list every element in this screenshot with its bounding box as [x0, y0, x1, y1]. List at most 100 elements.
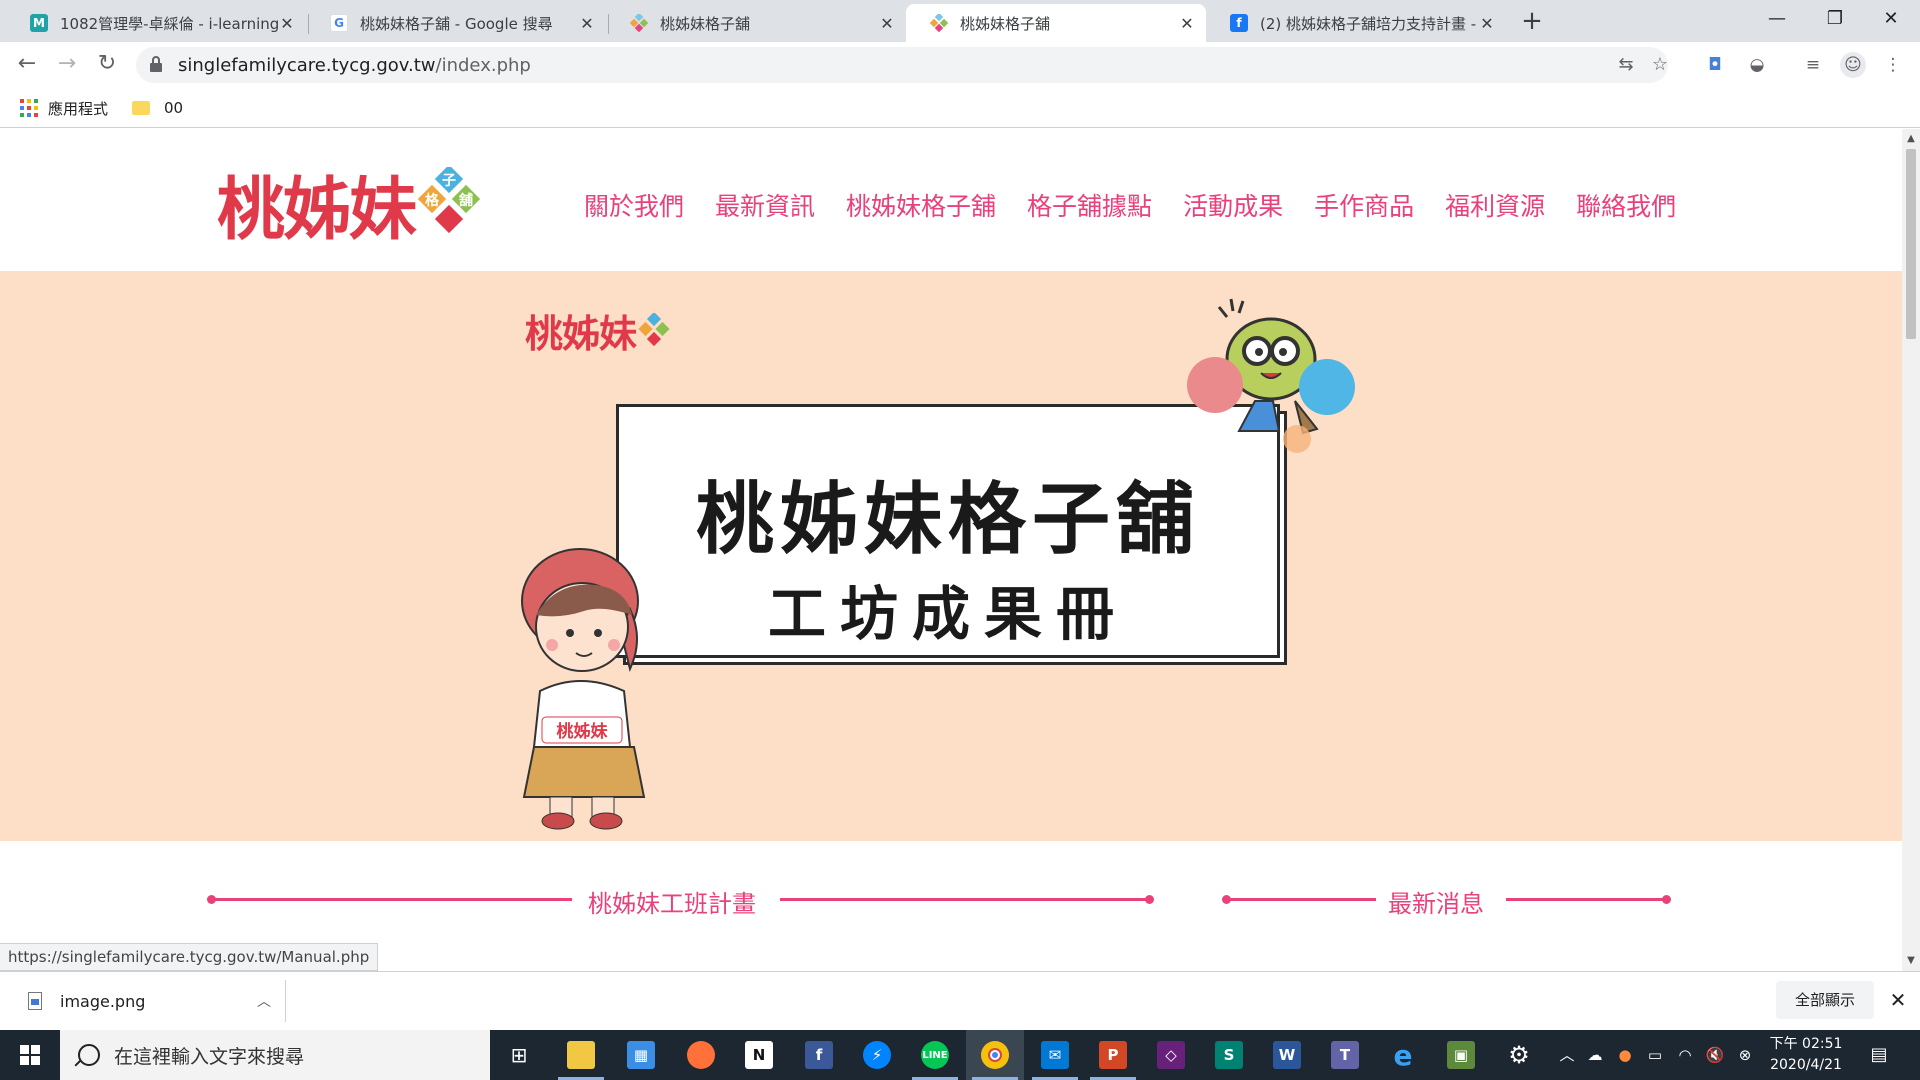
section-title-latest-news[interactable]: 最新消息 — [1388, 884, 1484, 919]
tab-google-search[interactable]: G 桃姊妹格子舖 - Google 搜尋 ✕ — [306, 4, 606, 42]
powerpoint-icon[interactable]: P — [1084, 1030, 1142, 1080]
logo-badge-char: 格 — [425, 192, 440, 209]
edge-icon[interactable]: e — [1374, 1030, 1432, 1080]
reload-icon[interactable]: ↻ — [92, 50, 122, 80]
extension-chat-icon[interactable]: ◒ — [1744, 52, 1770, 78]
file-explorer-icon[interactable] — [552, 1030, 610, 1080]
tab-close-icon[interactable]: ✕ — [578, 14, 596, 33]
lock-icon — [150, 56, 162, 72]
line-app-icon[interactable]: LINE — [906, 1030, 964, 1080]
hero-logo-text: 桃姊妹 — [525, 311, 637, 356]
mail-icon[interactable]: ✉ — [1026, 1030, 1084, 1080]
messenger-icon[interactable]: ⚡ — [848, 1030, 906, 1080]
taskbar-search-box[interactable]: 在這裡輸入文字來搜尋 — [60, 1030, 490, 1080]
tab-close-icon[interactable]: ✕ — [278, 14, 296, 33]
firefox-icon[interactable] — [672, 1030, 730, 1080]
section-title-work-plan[interactable]: 桃姊妹工班計畫 — [588, 884, 756, 919]
hero-diamond-badge-icon — [638, 312, 670, 346]
scrollbar-thumb[interactable] — [1906, 149, 1916, 339]
tab-title: 桃姊妹格子舖 - Google 搜尋 — [360, 14, 553, 33]
bookmark-folder-00[interactable]: 00 — [128, 96, 183, 120]
translate-icon[interactable]: ⇆ — [1614, 53, 1638, 77]
new-tab-button[interactable]: + — [1516, 6, 1548, 38]
onedrive-cloud-icon[interactable]: ☁ — [1584, 1044, 1606, 1066]
microsoft-store-icon[interactable]: ▦ — [612, 1030, 670, 1080]
extension-icon[interactable]: ◘ — [1702, 52, 1728, 78]
nav-welfare[interactable]: 福利資源 — [1445, 187, 1545, 223]
media-control-icon[interactable]: ≡ — [1800, 52, 1826, 78]
diamond-favicon-icon — [630, 14, 648, 32]
chrome-icon[interactable] — [966, 1030, 1024, 1080]
download-file-name: image.png — [60, 991, 146, 1011]
settings-gear-icon[interactable]: ⚙ — [1490, 1030, 1548, 1080]
task-view-icon[interactable]: ⊞ — [490, 1030, 548, 1080]
tab-close-icon[interactable]: ✕ — [1478, 14, 1496, 33]
tab-close-icon[interactable]: ✕ — [878, 14, 896, 33]
google-favicon-icon: G — [330, 14, 348, 32]
section-line — [212, 898, 572, 901]
tab-close-icon[interactable]: ✕ — [1178, 14, 1196, 33]
close-shelf-icon[interactable]: ✕ — [1884, 986, 1912, 1014]
tab-title: (2) 桃姊妹格子舖培力支持計畫 - — [1260, 14, 1477, 33]
bookmarks-bar: 應用程式 00 — [0, 88, 1920, 128]
nav-news[interactable]: 最新資訊 — [715, 187, 815, 223]
wifi-icon[interactable]: ◠ — [1674, 1044, 1696, 1066]
windows-taskbar: 在這裡輸入文字來搜尋 ⊞ ▦ N f ⚡ LINE ✉ P ◇ S W T e … — [0, 1030, 1920, 1080]
visual-studio-icon[interactable]: ◇ — [1142, 1030, 1200, 1080]
volume-muted-icon[interactable]: 🔇 — [1704, 1044, 1726, 1066]
back-arrow-icon[interactable]: ← — [12, 50, 42, 80]
tray-close-icon[interactable]: ⊗ — [1734, 1044, 1756, 1066]
window-close-button[interactable]: ✕ — [1862, 0, 1920, 40]
folder-icon — [132, 101, 150, 115]
tray-chevron-up-icon[interactable]: ︿ — [1556, 1044, 1578, 1066]
nav-handmade[interactable]: 手作商品 — [1314, 187, 1414, 223]
nav-shop[interactable]: 桃姊妹格子舖 — [846, 187, 996, 223]
girl-shirt-text: 桃姊妹 — [557, 721, 609, 742]
tab-site-1[interactable]: 桃姊妹格子舖 ✕ — [606, 4, 906, 42]
word-icon[interactable]: W — [1258, 1030, 1316, 1080]
forward-arrow-icon[interactable]: → — [52, 50, 82, 80]
minimize-button[interactable]: — — [1748, 0, 1806, 40]
clock-date: 2020/4/21 — [1770, 1057, 1842, 1073]
minecraft-icon[interactable]: ▣ — [1432, 1030, 1490, 1080]
diamond-favicon-icon — [930, 14, 948, 32]
windows-logo-icon — [20, 1045, 40, 1065]
profile-avatar-icon[interactable]: ☺ — [1840, 52, 1866, 78]
scroll-up-arrow-icon[interactable]: ▲ — [1902, 133, 1920, 144]
bookmark-label: 應用程式 — [48, 99, 109, 118]
taskbar-clock[interactable]: 下午 02:51 2020/4/21 — [1766, 1034, 1846, 1076]
show-all-downloads-button[interactable]: 全部顯示 — [1776, 981, 1874, 1019]
notification-center-icon[interactable]: ▤ — [1866, 1042, 1892, 1068]
scroll-down-arrow-icon[interactable]: ▼ — [1902, 955, 1920, 966]
antivirus-icon[interactable]: ● — [1614, 1044, 1636, 1066]
tab-ilearning[interactable]: M 1082管理學-卓綵倫 - i-learning ✕ — [6, 4, 306, 42]
start-button[interactable] — [0, 1030, 60, 1080]
notion-icon[interactable]: N — [730, 1030, 788, 1080]
nav-about[interactable]: 關於我們 — [584, 187, 684, 223]
site-logo[interactable]: 桃姊妹 子 格 舖 — [217, 163, 485, 250]
battery-icon[interactable]: ▭ — [1644, 1044, 1666, 1066]
hero-subtitle: 工坊成果冊 — [767, 580, 1128, 648]
facebook-app-icon[interactable]: f — [790, 1030, 848, 1080]
tab-site-active[interactable]: 桃姊妹格子舖 ✕ — [906, 4, 1206, 42]
tab-facebook[interactable]: f (2) 桃姊妹格子舖培力支持計畫 - ✕ — [1206, 4, 1506, 42]
nav-locations[interactable]: 格子舖據點 — [1027, 187, 1152, 223]
bookmark-label: 00 — [164, 99, 184, 117]
bookmark-star-icon[interactable]: ☆ — [1648, 53, 1672, 77]
bookmark-apps[interactable]: 應用程式 — [20, 96, 108, 120]
page-scrollbar[interactable]: ▲ ▼ — [1902, 129, 1920, 971]
teams-icon[interactable]: T — [1316, 1030, 1374, 1080]
menu-kebab-icon[interactable]: ⋮ — [1880, 52, 1906, 78]
hero-banner[interactable]: 桃姊妹 桃姊妹格子舖 工坊成果冊 桃姊妹 — [0, 271, 1902, 841]
section-dot — [1662, 895, 1671, 904]
download-item[interactable]: image.png ︿ — [14, 980, 286, 1022]
chevron-up-icon[interactable]: ︿ — [257, 991, 271, 1011]
restore-button[interactable]: ❐ — [1806, 0, 1864, 40]
nav-activities[interactable]: 活動成果 — [1183, 187, 1283, 223]
logo-badge-char: 子 — [442, 173, 456, 189]
url-text[interactable]: singlefamilycare.tycg.gov.tw/index.php — [178, 55, 531, 76]
link-status-bubble: https://singlefamilycare.tycg.gov.tw/Man… — [0, 943, 379, 971]
sway-icon[interactable]: S — [1200, 1030, 1258, 1080]
address-bar[interactable]: singlefamilycare.tycg.gov.tw/index.php ⇆… — [136, 47, 1668, 83]
nav-contact[interactable]: 聯絡我們 — [1576, 187, 1676, 223]
